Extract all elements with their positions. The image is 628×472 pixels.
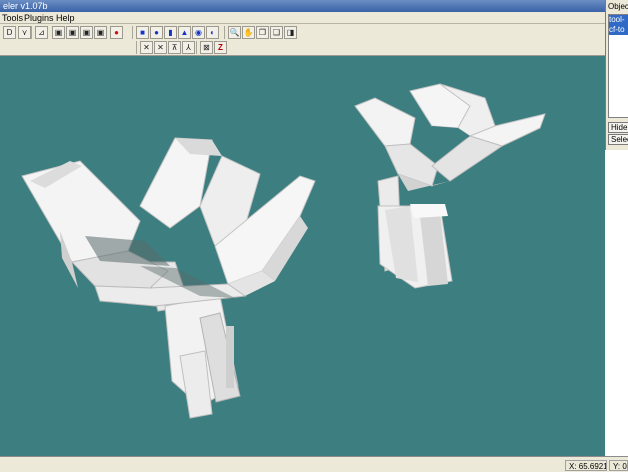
cube-select-icon[interactable]: ▣: [66, 26, 79, 39]
3d-viewport[interactable]: [0, 56, 605, 456]
toolbar-separator: [196, 41, 197, 54]
pan-hand-icon[interactable]: ✋: [242, 26, 255, 39]
sphere-primitive-icon[interactable]: ●: [150, 26, 163, 39]
box-primitive-icon[interactable]: ■: [136, 26, 149, 39]
select-button[interactable]: Selec: [608, 134, 628, 145]
toolbar-separator: [224, 26, 225, 39]
objects-panel-title: Objec: [608, 2, 628, 11]
scene-svg: [21, 83, 546, 419]
cylinder-primitive-icon[interactable]: ▮: [164, 26, 177, 39]
right-object[interactable]: [354, 83, 546, 289]
menu-plugins[interactable]: Plugins: [24, 12, 54, 24]
zoom-icon[interactable]: 🔍: [228, 26, 241, 39]
objects-list[interactable]: tool- cf-to: [608, 14, 628, 118]
status-x-coordinate: X: 65.6921: [565, 460, 607, 471]
menu-tools[interactable]: Tools: [2, 12, 23, 24]
menu-help[interactable]: Help: [56, 12, 75, 24]
axis-icon[interactable]: ⅄: [182, 41, 195, 54]
toolbar-separator: [136, 41, 137, 54]
z-button-icon[interactable]: Z: [214, 41, 227, 54]
torus-primitive-icon[interactable]: ◉: [192, 26, 205, 39]
objects-panel: Objec tool- cf-to Hide Selec: [605, 0, 628, 150]
cube-delete-icon[interactable]: ▣: [94, 26, 107, 39]
view-front-icon[interactable]: ❑: [270, 26, 283, 39]
window-title: eler v1.07b: [3, 1, 48, 11]
tube-primitive-icon[interactable]: ◐: [206, 26, 219, 39]
scale-axis-icon[interactable]: ⊼: [168, 41, 181, 54]
menu-bar: Tools Plugins Help: [0, 12, 605, 24]
edge-tool-icon[interactable]: ⊿: [35, 26, 48, 39]
title-bar: eler v1.07b: [0, 0, 605, 12]
vertex-tool-icon[interactable]: ⋎: [18, 26, 31, 39]
cube-view-icon[interactable]: ▣: [52, 26, 65, 39]
toolbar-separator: [31, 26, 32, 39]
object-list-item[interactable]: tool-: [609, 15, 628, 25]
status-bar: X: 65.6921 Y: 0.0: [0, 456, 628, 472]
toolbar: D ⋎ ⊿ ▣ ▣ ▣ ▣ ● ■ ● ▮ ▲ ◉ ◐ 🔍 ✋ ❐ ❑ ◨ ✕ ✕ ⊼ ⅄ ⊠ Z: [0, 24, 605, 56]
cube-copy-icon[interactable]: ▣: [80, 26, 93, 39]
rotate-axis-icon[interactable]: ✕: [154, 41, 167, 54]
panel-background: [605, 150, 628, 456]
view-cube-icon[interactable]: ❐: [256, 26, 269, 39]
red-sphere-icon[interactable]: ●: [110, 26, 123, 39]
view-render-icon[interactable]: ◨: [284, 26, 297, 39]
cone-primitive-icon[interactable]: ▲: [178, 26, 191, 39]
toolbar-separator: [132, 26, 133, 39]
d-letter-icon[interactable]: D: [3, 26, 16, 39]
object-list-item[interactable]: cf-to: [609, 25, 628, 35]
left-object[interactable]: [21, 137, 316, 419]
move-axis-icon[interactable]: ✕: [140, 41, 153, 54]
mirror-icon[interactable]: ⊠: [200, 41, 213, 54]
hide-button[interactable]: Hide: [608, 122, 628, 133]
status-y-coordinate: Y: 0.0: [609, 460, 628, 471]
